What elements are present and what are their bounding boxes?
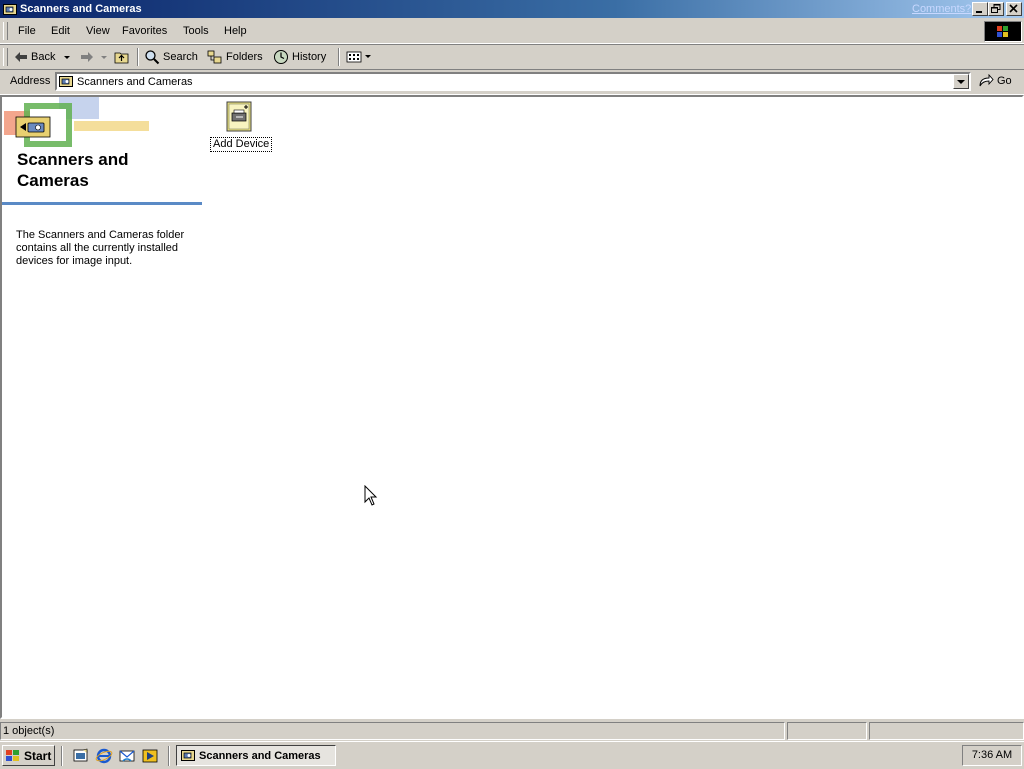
folder-title: Scanners and Cameras	[17, 150, 129, 190]
status-zone	[869, 722, 1024, 740]
history-icon	[274, 50, 288, 64]
clock[interactable]: 7:36 AM	[972, 749, 1012, 761]
scanner-camera-folder-icon	[59, 76, 73, 87]
folder-view[interactable]: Scanners and Cameras The Scanners and Ca…	[0, 95, 1024, 719]
search-icon	[145, 50, 160, 65]
windows-flag-icon	[997, 26, 1008, 37]
go-arrow-icon	[979, 74, 994, 87]
address-dropdown-button[interactable]	[953, 74, 969, 89]
title-bar[interactable]: Scanners and Cameras Comments?	[0, 0, 1024, 18]
menu-grip	[3, 22, 8, 40]
address-input[interactable]: Scanners and Cameras	[55, 72, 971, 91]
menu-tools[interactable]: Tools	[177, 24, 215, 38]
toolbar-grip	[3, 48, 8, 66]
history-button[interactable]: History	[273, 48, 326, 66]
restore-button[interactable]	[988, 2, 1004, 16]
minimize-icon	[976, 11, 982, 13]
scanner-camera-folder-icon	[181, 750, 195, 761]
system-tray: 7:36 AM	[962, 745, 1022, 766]
menu-help[interactable]: Help	[218, 24, 253, 38]
outlook-express-icon[interactable]	[118, 748, 136, 764]
go-label: Go	[997, 75, 1012, 87]
windows-logo	[984, 21, 1022, 42]
windows-flag-icon	[6, 749, 19, 761]
folders-label: Folders	[226, 51, 263, 63]
menu-bar: File Edit View Favorites Tools Help	[0, 19, 1024, 44]
comments-link[interactable]: Comments?	[912, 2, 971, 16]
taskbar: Start Scanners and Cameras 7:36 AM	[0, 741, 1024, 769]
start-button[interactable]: Start	[2, 745, 55, 766]
back-label: Back	[31, 51, 56, 63]
start-label: Start	[24, 748, 52, 763]
status-objects: 1 object(s)	[0, 722, 785, 740]
forward-dropdown-icon[interactable]	[101, 56, 107, 60]
minimize-button[interactable]	[972, 2, 988, 16]
back-dropdown-icon[interactable]	[64, 56, 70, 60]
forward-arrow-icon[interactable]	[80, 51, 94, 63]
taskbar-separator	[168, 746, 170, 766]
back-arrow-icon	[15, 52, 27, 62]
folder-description: The Scanners and Cameras folder contains…	[16, 229, 185, 267]
history-label: History	[292, 51, 327, 63]
address-bar: Address Scanners and Cameras Go	[0, 69, 1024, 95]
back-button[interactable]: Back	[14, 48, 55, 66]
mouse-cursor-icon	[364, 485, 378, 506]
search-label: Search	[163, 51, 198, 63]
folders-button[interactable]: Folders	[207, 48, 263, 66]
scanner-camera-folder-icon	[3, 4, 17, 15]
status-panel	[787, 722, 867, 740]
views-button[interactable]	[346, 48, 374, 66]
folders-icon	[207, 50, 222, 64]
menu-view[interactable]: View	[80, 24, 116, 38]
toolbar-separator	[338, 48, 340, 66]
window-title: Scanners and Cameras	[20, 3, 142, 15]
taskbar-window-label: Scanners and Cameras	[199, 749, 321, 762]
close-icon	[1009, 4, 1018, 13]
search-button[interactable]: Search	[144, 48, 198, 66]
address-label: Address	[10, 75, 51, 87]
go-button[interactable]: Go	[978, 74, 1012, 88]
taskbar-separator	[61, 746, 63, 766]
show-desktop-icon[interactable]	[72, 748, 90, 764]
folder-banner-graphic	[4, 97, 149, 147]
menu-file[interactable]: File	[12, 24, 42, 38]
chevron-down-icon	[957, 80, 965, 84]
media-player-icon[interactable]	[141, 748, 159, 764]
views-icon	[346, 51, 362, 63]
standard-toolbar: Back Search Folders History	[0, 44, 1024, 70]
internet-explorer-icon[interactable]	[95, 748, 113, 764]
status-bar: 1 object(s)	[0, 721, 1024, 741]
restore-icon	[991, 4, 1001, 13]
menu-favorites[interactable]: Favorites	[116, 24, 173, 38]
close-button[interactable]	[1006, 2, 1022, 16]
toolbar-separator	[137, 48, 139, 66]
add-device-label[interactable]: Add Device	[210, 137, 273, 152]
address-value: Scanners and Cameras	[77, 76, 193, 88]
menu-edit[interactable]: Edit	[45, 24, 76, 38]
add-device-icon[interactable]	[224, 101, 254, 133]
taskbar-window-button[interactable]: Scanners and Cameras	[176, 745, 336, 766]
views-dropdown-icon	[365, 55, 371, 58]
up-folder-icon[interactable]	[114, 50, 130, 64]
title-divider	[2, 202, 202, 205]
